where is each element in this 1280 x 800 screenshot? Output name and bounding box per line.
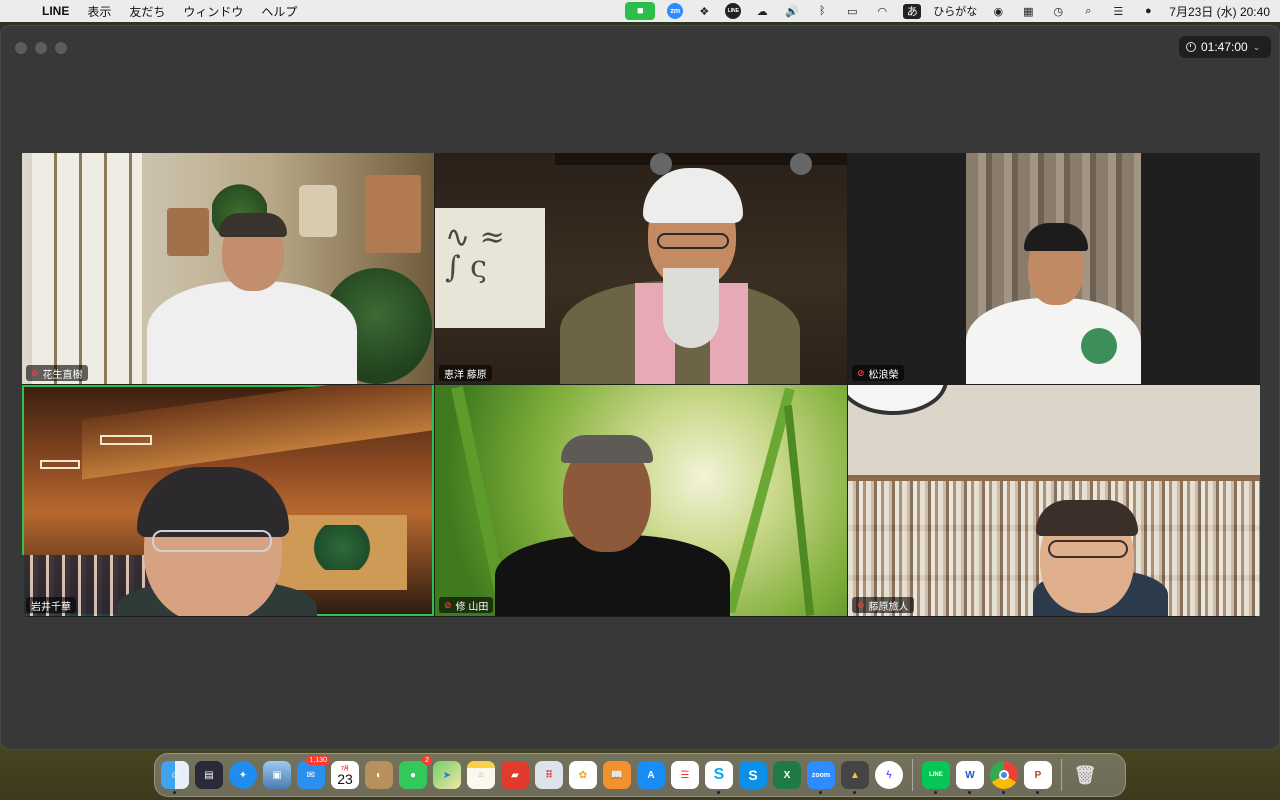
skype-for-business-icon[interactable]: S: [739, 761, 767, 789]
word-icon[interactable]: W: [956, 761, 984, 794]
participant-tile[interactable]: ⊘ 花生直樹: [22, 153, 434, 384]
window-controls: [15, 42, 67, 54]
chrome-icon[interactable]: [990, 761, 1018, 794]
microphone-muted-icon: ⊘: [857, 367, 865, 378]
notes-icon[interactable]: ≡: [467, 761, 495, 789]
volume-icon[interactable]: 🔊: [783, 3, 801, 19]
mail-unread-badge: 1,130: [306, 756, 330, 765]
mail-icon[interactable]: ✉ 1,130: [297, 756, 330, 789]
calendar-day: 23: [337, 770, 353, 787]
line-icon[interactable]: LINE: [922, 761, 950, 794]
excel-icon[interactable]: X: [773, 761, 801, 789]
bluetooth-icon[interactable]: ᛒ: [813, 3, 831, 19]
minimize-window-button[interactable]: [35, 42, 47, 54]
line-label: LINE: [929, 772, 943, 778]
powerpoint-icon[interactable]: P: [1024, 761, 1052, 794]
app-store-icon[interactable]: A: [637, 761, 665, 789]
zoom-window-button[interactable]: [55, 42, 67, 54]
maps-icon[interactable]: ➤: [433, 761, 461, 789]
trash-icon[interactable]: 🗑: [1071, 761, 1099, 789]
menu-window[interactable]: ウィンドウ: [183, 3, 243, 20]
messenger-icon[interactable]: ϟ: [875, 761, 903, 789]
participant-tile[interactable]: ⊘ 修 山田: [435, 385, 847, 616]
participant-name-tag: 岩井千華: [26, 597, 76, 613]
spotlight-search-icon[interactable]: ⌕: [1079, 3, 1097, 19]
menu-view[interactable]: 表示: [87, 3, 111, 20]
zoom-status-icon[interactable]: zm: [667, 3, 684, 19]
messages-unread-badge: 2: [422, 756, 432, 765]
video-grid: ⊘ 花生直樹 ∿ ≈ ∫ ς 恵洋 藤原 ⊘ 松浪榮 岩井千華 ⊘ 修 山田 ⊘…: [22, 153, 1260, 617]
zoom-label: zoom: [811, 771, 831, 779]
call-timer[interactable]: 01:47:00 ⌄: [1179, 36, 1271, 58]
safari-icon[interactable]: ✦: [229, 761, 257, 789]
control-center-icon[interactable]: ☰: [1109, 3, 1127, 19]
calendar-icon[interactable]: 7月 23: [331, 761, 359, 789]
participant-name: 修 山田: [455, 601, 489, 613]
video-call-window: 01:47:00 ⌄ ⊘ 花生直樹 ∿ ≈ ∫ ς 恵洋 藤原 ⊘ 松浪榮 岩井…: [0, 25, 1280, 750]
books-icon[interactable]: 📖: [603, 761, 631, 789]
contacts-icon[interactable]: ◐: [365, 761, 393, 789]
dock: ☺ ▤ ✦ ▣ ✉ 1,130 7月 23 ◐ ● 2 ➤ ≡ ▰ ⠿ ✿ 📖 A …: [154, 753, 1126, 797]
dock-separator: [1061, 759, 1062, 791]
participant-name-tag: ⊘ 藤原旅人: [852, 597, 914, 613]
battery-icon[interactable]: ▭: [843, 3, 861, 19]
reminders-icon[interactable]: ☰: [671, 761, 699, 789]
skype-icon[interactable]: S: [705, 761, 733, 794]
flashcard-app-icon[interactable]: ▰: [501, 761, 529, 789]
close-window-button[interactable]: [15, 42, 27, 54]
microphone-muted-icon: ⊘: [857, 599, 865, 610]
microphone-muted-icon: ⊘: [31, 367, 39, 378]
word-label: W: [965, 769, 975, 781]
dock-separator: [912, 759, 913, 791]
menu-friends[interactable]: 友だち: [129, 3, 165, 20]
google-drive-icon[interactable]: ▲: [841, 761, 869, 794]
participant-name: 岩井千華: [31, 601, 71, 613]
participant-tile[interactable]: ∿ ≈ ∫ ς 恵洋 藤原: [435, 153, 847, 384]
participant-name-tag: ⊘ 花生直樹: [26, 365, 88, 381]
keyboard-icon[interactable]: ▦: [1019, 3, 1037, 19]
menu-help[interactable]: ヘルプ: [261, 3, 297, 20]
launchpad-icon[interactable]: ⠿: [535, 761, 563, 789]
messages-icon[interactable]: ● 2: [399, 756, 432, 789]
time-machine-icon[interactable]: ◷: [1049, 3, 1067, 19]
video-camera-status-icon[interactable]: ■: [625, 2, 656, 20]
input-method-label[interactable]: ひらがな: [933, 3, 977, 19]
dropbox-icon[interactable]: ❖: [695, 3, 713, 19]
participant-name-tag: ⊘ 修 山田: [439, 597, 494, 613]
finder-icon[interactable]: ☺: [161, 761, 189, 794]
clock-icon: [1186, 42, 1196, 52]
participant-tile[interactable]: ⊘ 松浪榮: [848, 153, 1260, 384]
participant-tile[interactable]: ⊘ 藤原旅人: [848, 385, 1260, 616]
participant-name: 恵洋 藤原: [444, 369, 487, 381]
wifi-icon[interactable]: ◠: [873, 3, 891, 19]
participant-name-tag: ⊘ 松浪榮: [852, 365, 904, 381]
app-menu[interactable]: LINE: [42, 4, 69, 18]
mission-control-icon[interactable]: ▤: [195, 761, 223, 789]
weather-icon[interactable]: ☁: [753, 3, 771, 19]
participant-name: 松浪榮: [868, 369, 899, 381]
participant-name: 花生直樹: [42, 369, 83, 381]
preview-icon[interactable]: ▣: [263, 761, 291, 789]
line-status-icon[interactable]: LINE: [725, 3, 742, 19]
menu-bar-clock[interactable]: 7月23日 (水) 20:40: [1169, 3, 1270, 20]
chevron-down-icon: ⌄: [1252, 41, 1261, 52]
zoom-icon[interactable]: zoom: [807, 761, 835, 794]
menu-bar: LINE 表示 友だち ウィンドウ ヘルプ ■ zm ❖ LINE ☁ 🔊 ᛒ …: [0, 0, 1280, 22]
siri-icon[interactable]: ●: [1139, 3, 1157, 19]
call-duration: 01:47:00: [1201, 40, 1248, 54]
participant-name-tag: 恵洋 藤原: [439, 365, 492, 381]
photos-icon[interactable]: ✿: [569, 761, 597, 789]
participant-tile-active-speaker[interactable]: 岩井千華: [22, 385, 434, 616]
input-method-icon[interactable]: あ: [903, 3, 922, 19]
powerpoint-label: P: [1034, 769, 1042, 781]
participant-name: 藤原旅人: [868, 601, 909, 613]
user-account-icon[interactable]: ◉: [989, 3, 1007, 19]
microphone-muted-icon: ⊘: [444, 599, 452, 610]
